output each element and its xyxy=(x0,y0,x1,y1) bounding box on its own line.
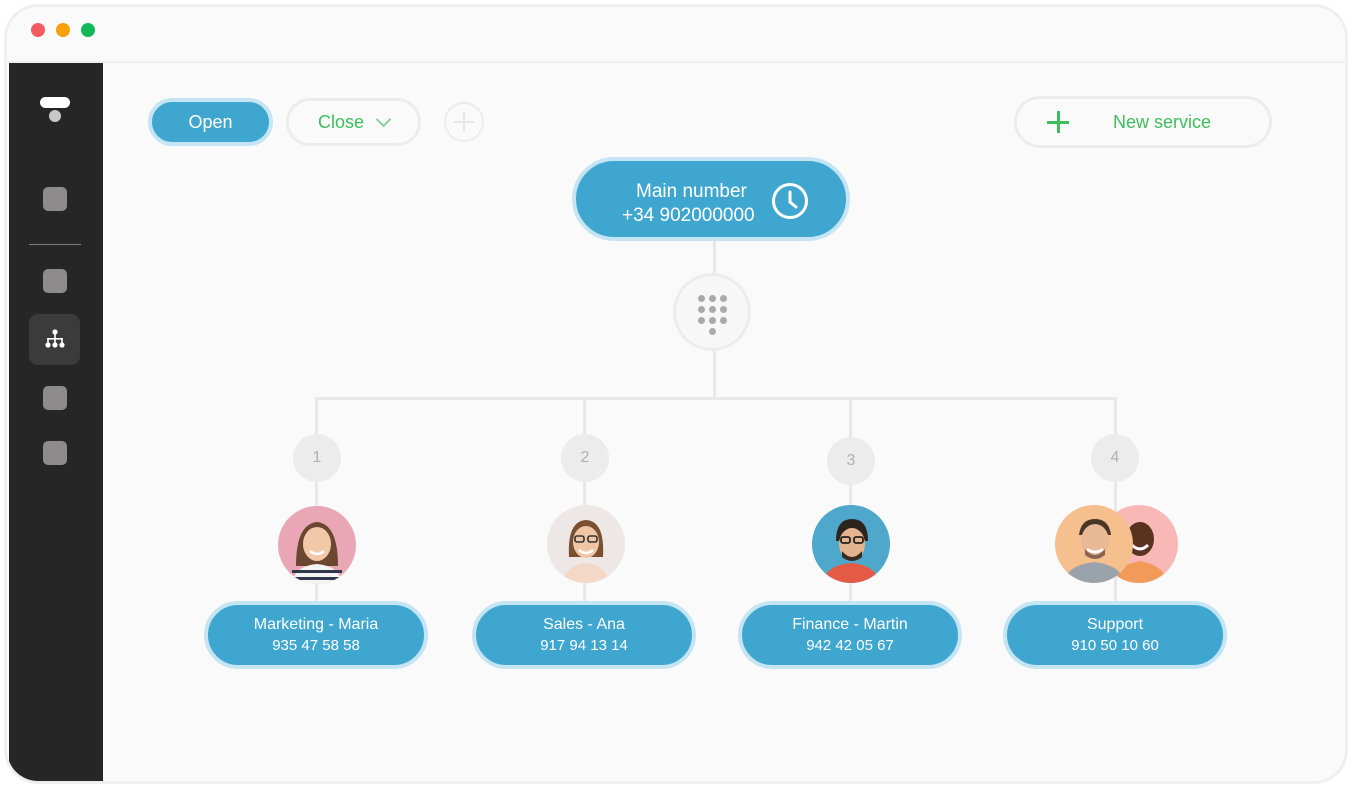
chevron-down-icon xyxy=(375,111,392,127)
avatar-maria xyxy=(278,506,356,584)
option-number: 3 xyxy=(846,452,856,469)
keypad-menu-node[interactable] xyxy=(673,273,751,351)
option-badge-4: 4 xyxy=(1091,434,1139,482)
branch-node-finance[interactable]: Finance - Martin 942 42 05 67 xyxy=(738,601,962,669)
window-minimize-button[interactable] xyxy=(56,23,70,37)
sidebar-divider xyxy=(29,244,81,245)
connector-line xyxy=(713,351,716,399)
new-service-label: New service xyxy=(1113,111,1212,132)
sidebar-item-4[interactable] xyxy=(43,386,67,410)
connector-line xyxy=(315,397,1117,400)
sidebar-item-2[interactable] xyxy=(43,269,67,293)
title-bar xyxy=(7,7,1345,63)
branch-node-sales[interactable]: Sales - Ana 917 94 13 14 xyxy=(472,601,696,669)
window-maximize-button[interactable] xyxy=(81,23,95,37)
sidebar-item-call-flow[interactable] xyxy=(29,314,80,365)
sidebar-item-5[interactable] xyxy=(43,441,67,465)
branch-node-support[interactable]: Support 910 50 10 60 xyxy=(1003,601,1227,669)
branch-phone: 910 50 10 60 xyxy=(1071,637,1159,654)
main-number-node[interactable]: Main number +34 902000000 xyxy=(572,157,850,241)
option-badge-3: 3 xyxy=(827,437,875,485)
main-number-title: Main number xyxy=(636,181,747,202)
branch-name: Finance - Martin xyxy=(792,616,908,633)
sidebar-item-1[interactable] xyxy=(43,187,67,211)
app-logo-icon xyxy=(40,97,70,129)
branch-node-marketing[interactable]: Marketing - Maria 935 47 58 58 xyxy=(204,601,428,669)
branch-phone: 935 47 58 58 xyxy=(272,637,360,654)
clock-icon[interactable] xyxy=(771,182,809,220)
avatar-support-1 xyxy=(1055,505,1133,583)
branch-name: Marketing - Maria xyxy=(253,616,379,633)
connector-line xyxy=(713,241,716,275)
org-chart-icon xyxy=(45,329,65,348)
close-dropdown[interactable]: Close xyxy=(286,98,421,146)
option-badge-2: 2 xyxy=(561,434,609,482)
window-close-button[interactable] xyxy=(31,23,45,37)
option-number: 2 xyxy=(580,449,590,466)
open-label: Open xyxy=(188,111,233,132)
plus-icon xyxy=(1047,111,1069,133)
branch-name: Support xyxy=(1086,616,1144,633)
branch-phone: 917 94 13 14 xyxy=(540,637,628,654)
close-label: Close xyxy=(317,111,365,132)
open-button[interactable]: Open xyxy=(148,98,273,146)
avatar-ana xyxy=(547,505,625,583)
branch-name: Sales - Ana xyxy=(543,616,625,633)
plus-circle-icon[interactable] xyxy=(444,102,484,142)
option-number: 4 xyxy=(1110,449,1120,466)
sidebar xyxy=(9,63,103,781)
option-badge-1: 1 xyxy=(293,434,341,482)
new-service-button[interactable]: New service xyxy=(1014,96,1272,148)
main-number-value: +34 902000000 xyxy=(622,205,755,226)
branch-phone: 942 42 05 67 xyxy=(806,637,894,654)
option-number: 1 xyxy=(312,449,322,466)
avatar-martin xyxy=(812,505,890,583)
